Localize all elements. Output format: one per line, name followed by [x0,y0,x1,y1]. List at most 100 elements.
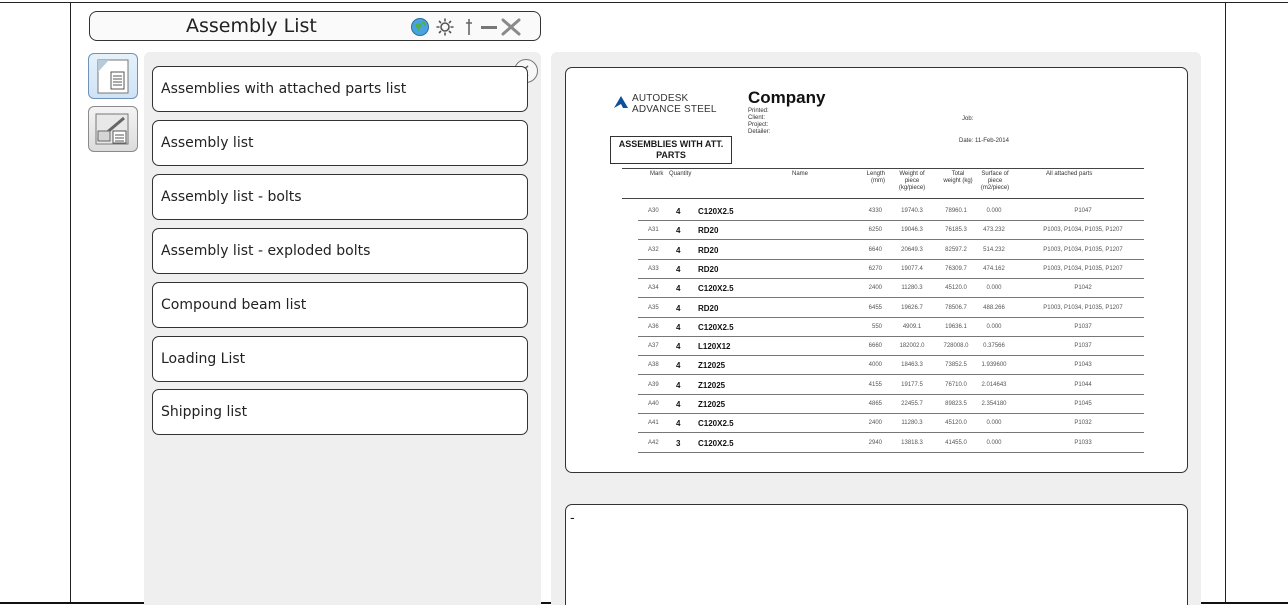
table-cell-mark: A40 [648,401,659,407]
table-cell-name: Z12025 [698,400,726,409]
table-cell-weight: 4909.1 [902,323,922,330]
list-item[interactable]: Assembly list - exploded bolts [152,228,528,274]
list-item[interactable]: Assembly list [152,120,528,166]
list-item-label: Assembly list - bolts [161,189,302,205]
table-cell-length: 550 [871,323,882,330]
table-cell-name: C120X2.5 [698,207,734,216]
table-cell-total: 19636.1 [945,323,967,330]
table-cell-weight: 20649.3 [901,246,923,253]
table-cell-name: Z12025 [698,380,726,390]
table-cell-length: 4000 [868,362,882,369]
table-cell-parts: P1043 [1074,362,1092,369]
table-row-rule [638,258,1144,260]
table-cell-parts: P1045 [1074,401,1092,407]
table-cell-name: RD20 [698,226,719,236]
table-cell-weight: 13818.3 [901,439,923,446]
table-cell-mark: A31 [648,227,659,234]
list-item-label: Assembly list [161,135,254,151]
gear-icon[interactable] [435,17,455,37]
list-item-label: Shipping list [161,404,248,420]
list-item[interactable]: Compound beam list [152,282,528,328]
table-cell-length: 6660 [868,343,882,350]
drawing-style-icon [95,113,129,145]
table-cell-weight: 182002.0 [899,343,925,350]
table-row-rule [638,432,1144,434]
table-cell-surface: 0.37566 [983,343,1005,350]
column-header: Name [792,171,809,177]
table-cell-weight: 19740.3 [901,208,923,214]
table-cell-length: 4865 [868,401,882,407]
table-cell-qty: 4 [676,245,681,255]
table-row-rule [638,297,1144,299]
autodesk-logo-icon [614,96,628,108]
table-cell-parts: P1044 [1074,381,1092,388]
list-item[interactable]: Shipping list [152,389,528,435]
table-cell-weight: 11280.3 [901,420,923,427]
table-row-rule [638,239,1144,241]
table-cell-name: C120X2.5 [698,419,734,429]
table-row-rule [638,316,1144,318]
table-cell-mark: A37 [648,343,659,350]
table-cell-length: 2400 [868,420,882,427]
window-title: Assembly List [186,15,317,37]
table-cell-qty: 4 [676,400,681,409]
description-box: - [565,504,1188,605]
table-row-rule [638,374,1144,376]
close-icon[interactable] [500,17,521,37]
globe-icon[interactable] [410,17,430,37]
table-row-rule [638,335,1144,337]
table-cell-total: 45120.0 [945,285,967,292]
table-cell-length: 6270 [868,265,882,272]
header-fields: Printed: Client: Project: Detailer: [748,108,771,135]
table-cell-parts: P1032 [1074,420,1092,427]
pin-icon[interactable] [459,17,479,37]
table-cell-mark: A38 [648,362,659,369]
table-cell-parts: P1033 [1074,439,1092,446]
table-cell-parts: P1037 [1074,323,1092,330]
table-cell-surface: 474.162 [983,265,1005,272]
table-cell-qty: 4 [676,226,681,236]
table-cell-total: 76710.0 [945,381,967,388]
table-cell-qty: 4 [676,380,681,390]
table-cell-parts: P1042 [1074,285,1092,292]
table-cell-surface: 0.000 [986,208,1002,214]
report-title: ASSEMBLIES WITH ATT. PARTS [610,136,732,164]
table-cell-length: 4330 [868,208,882,214]
table-cell-length: 6455 [868,304,882,311]
table-row-rule [638,393,1144,395]
table-cell-name: C120X2.5 [698,322,734,332]
column-header: Weight of piece (kg/piece) [898,171,926,191]
table-cell-total: 41455.0 [945,439,967,446]
report-preview: AUTODESK ADVANCE STEEL Company Printed: … [566,68,1189,474]
table-cell-total: 45120.0 [945,420,967,427]
table-cell-parts: P1003, P1034, P1035, P1207 [1043,304,1123,311]
minimize-icon[interactable] [479,17,499,37]
list-item[interactable]: Loading List [152,336,528,382]
table-cell-mark: A41 [648,420,659,427]
table-cell-surface: 0.000 [986,420,1002,427]
list-item[interactable]: Assemblies with attached parts list [152,66,528,112]
list-item-label: Assembly list - exploded bolts [161,243,371,259]
document-list-tab[interactable] [88,53,138,99]
table-cell-surface: 473.232 [983,227,1005,234]
table-cell-mark: A32 [648,246,659,253]
table-cell-qty: 3 [676,438,681,448]
table-cell-surface: 0.000 [986,439,1002,446]
table-cell-parts: P1047 [1074,208,1092,214]
drawing-style-tab[interactable] [88,106,138,152]
table-cell-qty: 4 [676,303,681,313]
column-header: All attached parts [1046,171,1093,177]
table-cell-mark: A33 [648,265,659,272]
table-rule [622,168,1144,169]
preview-card: AUTODESK ADVANCE STEEL Company Printed: … [565,67,1188,473]
table-cell-total: 78960.1 [945,208,967,214]
table-cell-name: C120X2.5 [698,438,734,448]
table-row-rule [638,355,1144,357]
list-item[interactable]: Assembly list - bolts [152,174,528,220]
table-cell-qty: 4 [676,361,681,371]
table-cell-qty: 4 [676,322,681,332]
table-cell-total: 76309.7 [945,265,967,272]
column-header: Total weight (kg) [943,171,973,184]
table-cell-parts: P1003, P1034, P1035, P1207 [1043,227,1123,234]
column-header: Mark [650,171,664,177]
